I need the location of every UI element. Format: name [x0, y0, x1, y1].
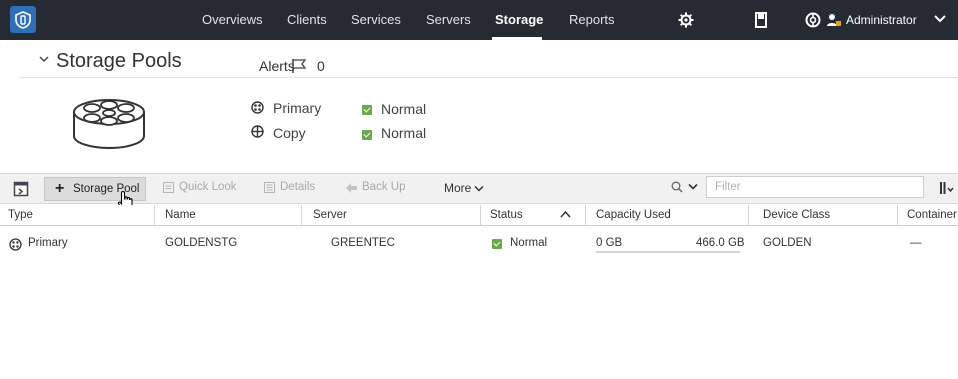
- collapse-chevron-icon[interactable]: [38, 55, 50, 65]
- alerts-count: 0: [317, 58, 325, 74]
- status-normal-icon: [492, 239, 502, 249]
- primary-pool-icon: [9, 238, 22, 251]
- column-separator: [301, 205, 302, 226]
- primary-pool-icon: [251, 101, 264, 114]
- column-header-capacity-used[interactable]: Capacity Used: [596, 209, 671, 221]
- nav-clients[interactable]: Clients: [287, 12, 327, 27]
- nav-storage[interactable]: Storage: [495, 12, 543, 27]
- storage-pool-graphic-icon: [73, 99, 145, 149]
- column-header-name[interactable]: Name: [165, 209, 196, 221]
- column-separator: [480, 205, 481, 226]
- notebook-icon[interactable]: [752, 11, 770, 29]
- more-button[interactable]: More: [444, 181, 471, 195]
- cell-device-class: GOLDEN: [763, 237, 812, 249]
- app-logo[interactable]: [10, 6, 36, 33]
- copy-pool-icon: [251, 125, 264, 138]
- sort-ascending-icon[interactable]: [560, 210, 571, 219]
- column-header-container[interactable]: Container T: [907, 209, 958, 221]
- column-separator: [154, 205, 155, 226]
- cell-type: Primary: [28, 237, 68, 249]
- column-settings-icon[interactable]: [940, 182, 954, 194]
- column-header-type[interactable]: Type: [8, 209, 33, 221]
- nav-services[interactable]: Services: [351, 12, 401, 27]
- shield-logo-icon: [15, 10, 31, 29]
- summary-status-copy: Normal: [381, 125, 427, 141]
- cell-name[interactable]: GOLDENSTG: [165, 237, 237, 249]
- cell-container: —: [910, 237, 922, 249]
- nav-reports[interactable]: Reports: [569, 12, 615, 27]
- back-up-icon: [346, 183, 357, 193]
- search-options-chevron-icon[interactable]: [688, 183, 698, 191]
- cell-capacity-used: 0 GB: [596, 237, 623, 249]
- column-header-device-class[interactable]: Device Class: [763, 209, 830, 221]
- column-separator: [897, 205, 898, 226]
- table-header: Type Name Server Status Capacity Used De…: [0, 205, 958, 226]
- nav-servers[interactable]: Servers: [426, 12, 471, 27]
- cell-status: Normal: [510, 237, 548, 249]
- export-icon[interactable]: [13, 181, 29, 197]
- quick-look-icon: [163, 182, 174, 193]
- alerts-label[interactable]: Alerts: [259, 58, 295, 74]
- page-title: Storage Pools: [56, 50, 182, 72]
- chevron-down-icon[interactable]: [934, 14, 946, 24]
- back-up-button[interactable]: Back Up: [362, 181, 405, 193]
- status-normal-icon: [362, 105, 372, 115]
- summary-type-copy: Copy: [273, 125, 306, 141]
- filter-input[interactable]: [706, 176, 924, 198]
- status-normal-icon: [362, 130, 372, 140]
- top-nav-bar: Overviews Clients Services Servers Stora…: [0, 0, 958, 40]
- plus-icon: +: [55, 180, 65, 197]
- nav-overviews[interactable]: Overviews: [202, 12, 263, 27]
- quick-look-button[interactable]: Quick Look: [179, 181, 237, 193]
- user-menu-label[interactable]: Administrator: [846, 13, 917, 27]
- chevron-down-icon: [474, 185, 484, 192]
- help-icon[interactable]: [804, 11, 822, 29]
- column-header-status[interactable]: Status: [490, 209, 523, 221]
- active-tab-indicator: [492, 37, 542, 40]
- summary-status-primary: Normal: [381, 101, 427, 117]
- column-separator: [748, 205, 749, 226]
- column-header-server[interactable]: Server: [313, 209, 347, 221]
- column-separator: [585, 205, 586, 226]
- divider: [20, 77, 958, 78]
- details-icon: [264, 182, 275, 193]
- user-icon: [827, 14, 841, 26]
- details-button[interactable]: Details: [280, 181, 315, 193]
- summary-type-primary: Primary: [273, 100, 322, 116]
- capacity-bar: [596, 251, 740, 253]
- cell-capacity-total: 466.0 GB: [696, 237, 745, 249]
- search-icon[interactable]: [671, 181, 683, 193]
- flag-icon: [292, 59, 307, 73]
- settings-icon[interactable]: [677, 11, 695, 29]
- cell-server[interactable]: GREENTEC: [331, 237, 395, 249]
